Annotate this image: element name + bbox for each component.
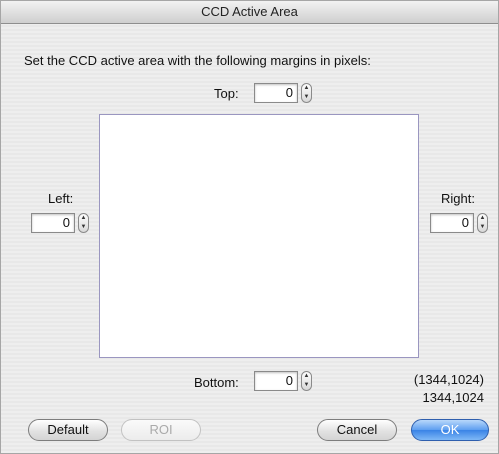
cancel-button[interactable]: Cancel xyxy=(317,419,397,441)
top-stepper[interactable]: ▲ ▼ xyxy=(301,83,312,103)
roi-button[interactable]: ROI xyxy=(121,419,201,441)
left-label: Left: xyxy=(48,191,74,206)
window-title: CCD Active Area xyxy=(1,1,498,24)
bottom-stepper[interactable]: ▲ ▼ xyxy=(301,371,312,391)
right-stepper[interactable]: ▲ ▼ xyxy=(477,213,488,233)
stepper-down-icon[interactable]: ▼ xyxy=(302,381,311,390)
bottom-label: Bottom: xyxy=(194,375,239,390)
top-label: Top: xyxy=(214,86,239,101)
stepper-up-icon[interactable]: ▲ xyxy=(478,214,487,223)
right-label: Right: xyxy=(441,191,475,206)
top-margin-field[interactable]: 0 xyxy=(254,83,298,103)
stepper-down-icon[interactable]: ▼ xyxy=(79,223,88,232)
stepper-down-icon[interactable]: ▼ xyxy=(302,93,311,102)
left-margin-field[interactable]: 0 xyxy=(31,213,75,233)
active-area-preview xyxy=(99,114,419,358)
ccd-size-paren: (1344,1024) xyxy=(413,372,484,387)
instructions-text: Set the CCD active area with the followi… xyxy=(24,53,371,68)
stepper-down-icon[interactable]: ▼ xyxy=(478,223,487,232)
stepper-up-icon[interactable]: ▲ xyxy=(79,214,88,223)
ccd-size-plain: 1344,1024 xyxy=(422,390,484,405)
ok-button[interactable]: OK xyxy=(411,419,489,441)
bottom-margin-field[interactable]: 0 xyxy=(254,371,298,391)
stepper-up-icon[interactable]: ▲ xyxy=(302,84,311,93)
default-button[interactable]: Default xyxy=(28,419,108,441)
left-stepper[interactable]: ▲ ▼ xyxy=(78,213,89,233)
right-margin-field[interactable]: 0 xyxy=(430,213,474,233)
dialog-window: CCD Active Area Set the CCD active area … xyxy=(0,0,499,454)
stepper-up-icon[interactable]: ▲ xyxy=(302,372,311,381)
